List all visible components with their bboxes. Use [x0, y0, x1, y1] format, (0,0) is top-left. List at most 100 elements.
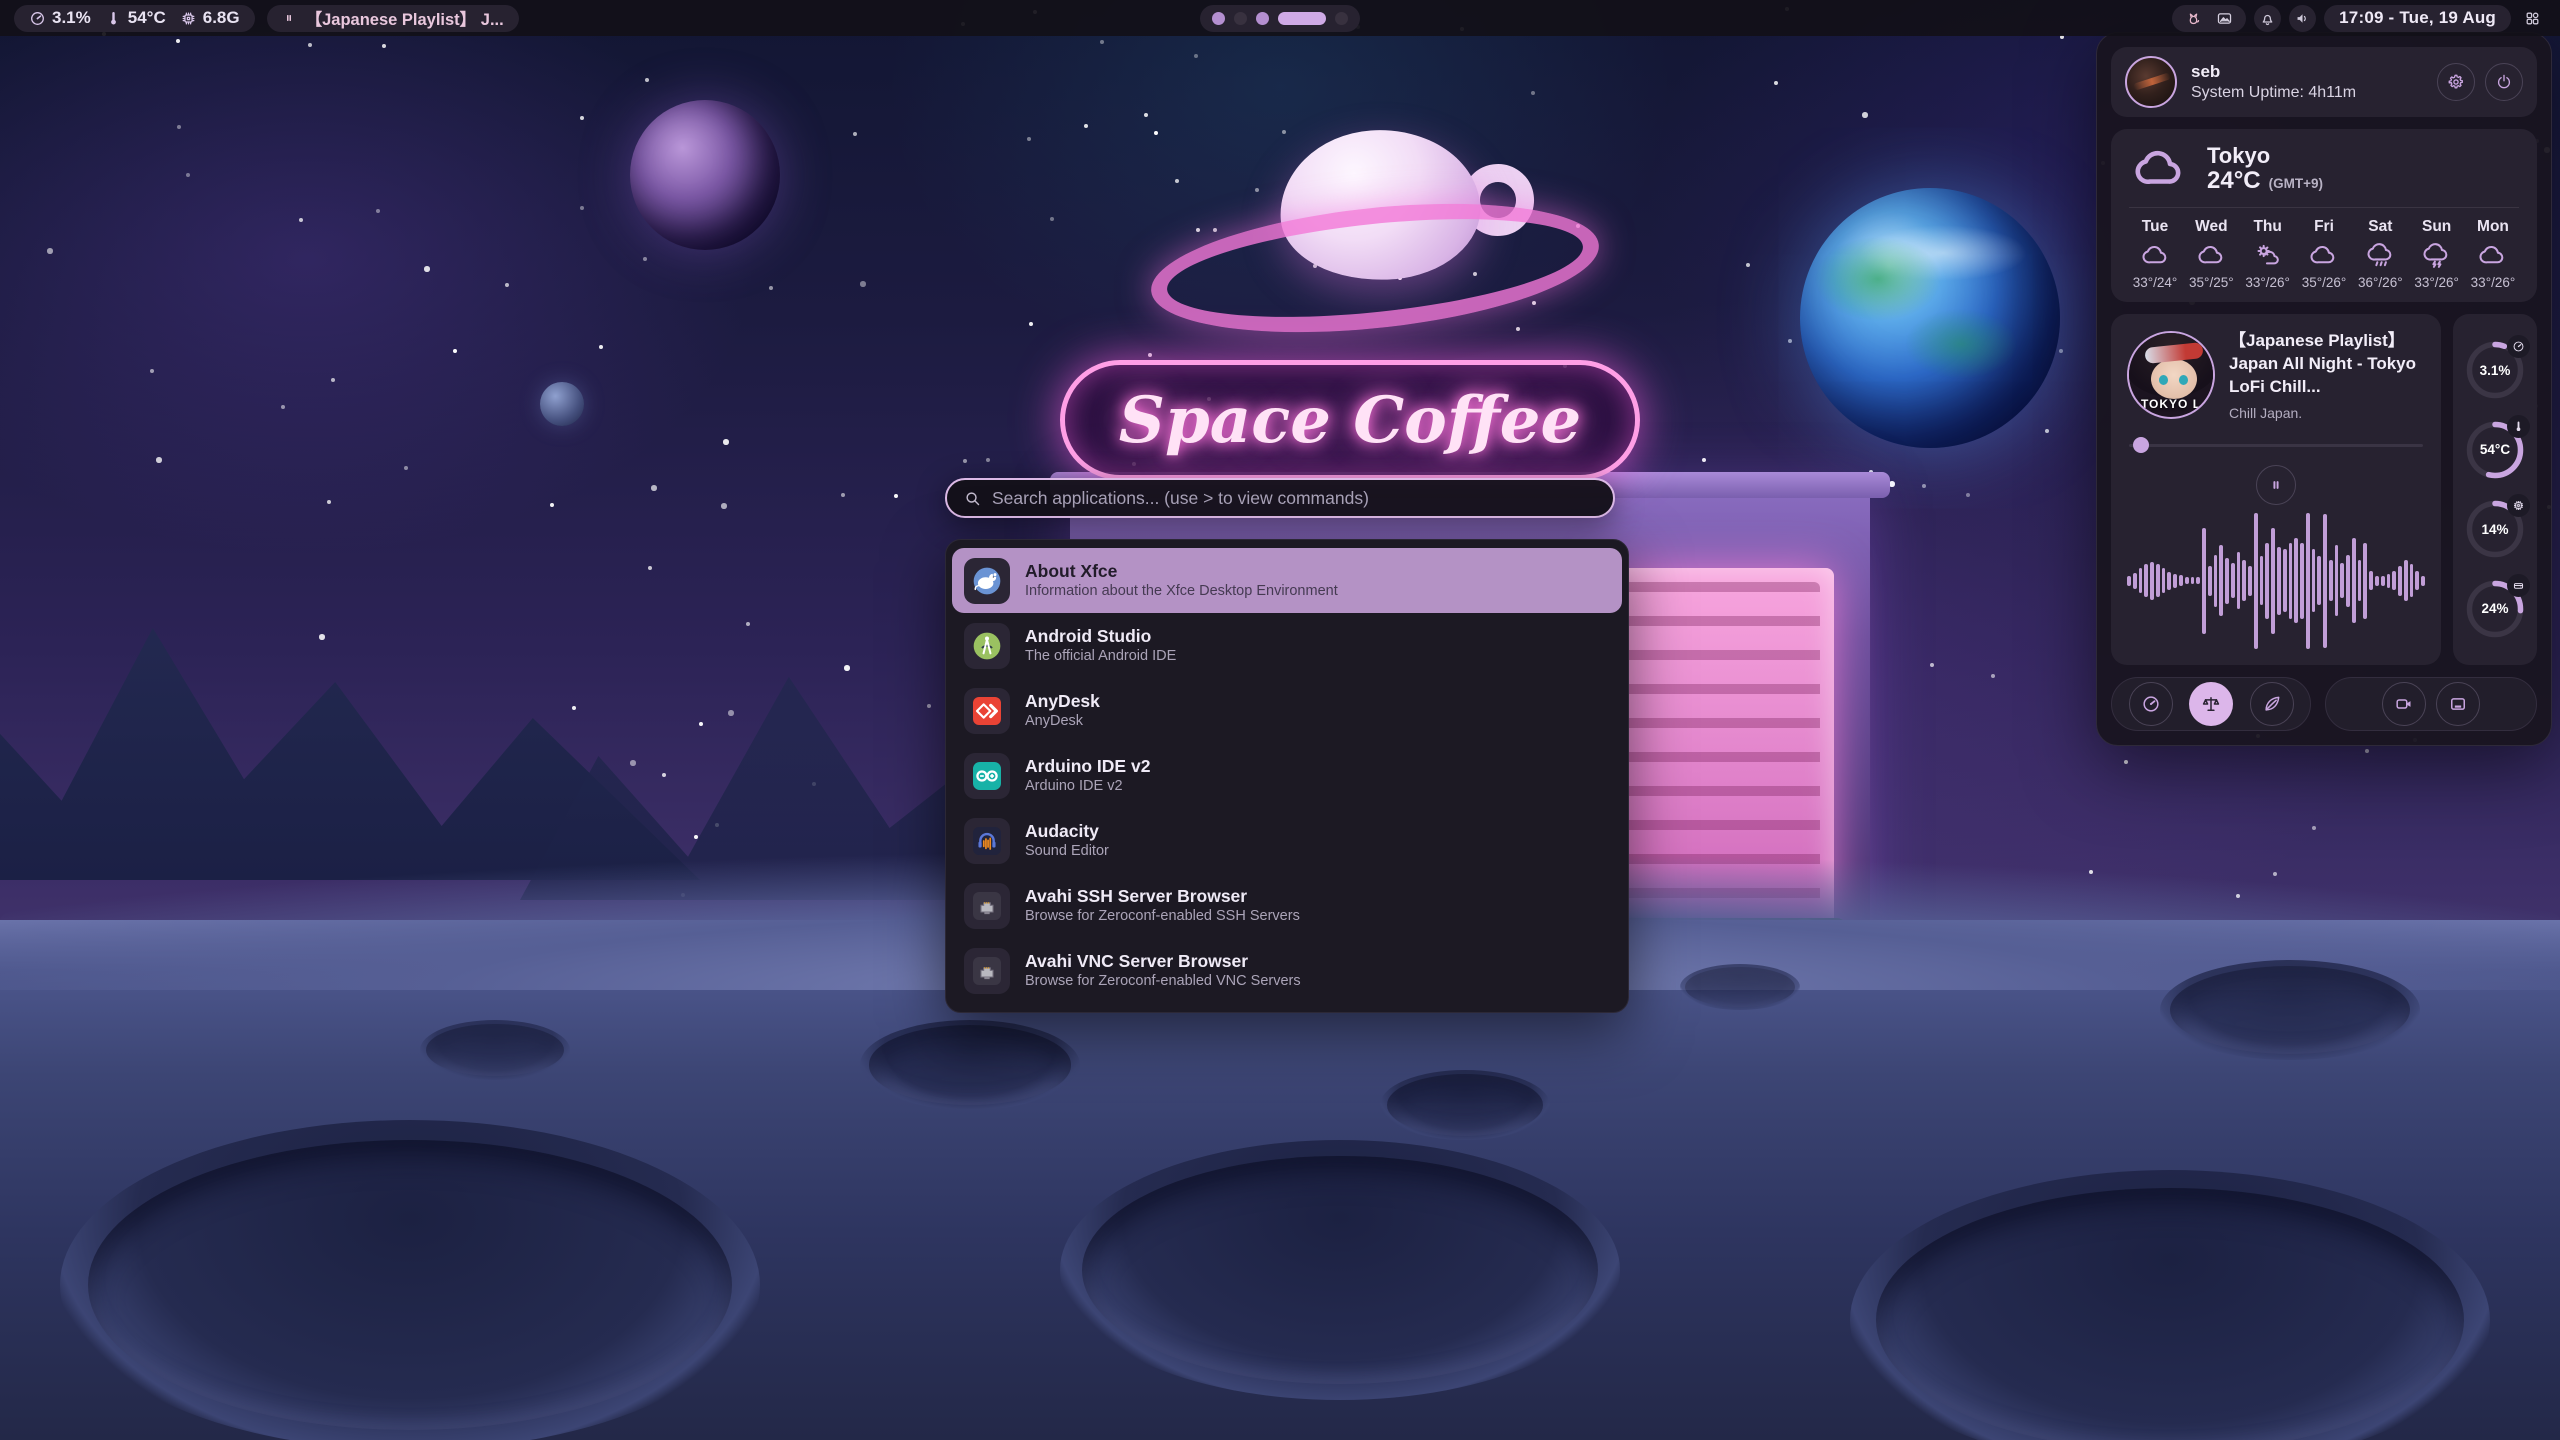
rain-weather-icon [2367, 242, 2394, 269]
seek-knob[interactable] [2133, 437, 2149, 453]
visualizer-bar [2231, 563, 2235, 598]
now-playing-pill[interactable]: 【Japanese Playlist】 J... [267, 5, 519, 32]
gauge-speedometer: 3.1% [2464, 339, 2526, 401]
screen-icon [2448, 694, 2468, 714]
visualizer-bar [2358, 560, 2362, 601]
visualizer-bar [2260, 556, 2264, 605]
app-description: Browse for Zeroconf-enabled SSH Servers [1025, 907, 1300, 925]
forecast-temps: 33°/24° [2133, 275, 2178, 290]
visualizer-bar [2415, 571, 2419, 590]
quick-actions [2111, 677, 2537, 731]
app-list-item-anydesk[interactable]: AnyDeskAnyDesk [952, 678, 1622, 743]
workspace-dot-5-empty[interactable] [1335, 12, 1348, 25]
search-input[interactable] [992, 488, 1597, 509]
forecast-day-label: Sun [2422, 218, 2451, 236]
crater [1850, 1170, 2490, 1440]
notifications-button[interactable] [2254, 5, 2281, 32]
arduino-app-icon [964, 753, 1010, 799]
speedometer-icon [2141, 694, 2161, 714]
cloud-weather-icon [2198, 242, 2225, 269]
workspace-dot-1-occupied[interactable] [1212, 12, 1225, 25]
control-panel: seb System Uptime: 4h11m Tokyo 24°C [2096, 32, 2552, 746]
system-uptime: System Uptime: 4h11m [2191, 84, 2356, 102]
cloud-icon [2129, 144, 2191, 194]
visualizer-bar [2225, 558, 2229, 604]
visualizer-bar [2421, 576, 2425, 586]
app-title: Arduino IDE v2 [1025, 756, 1150, 778]
weather-forecast: Tue33°/24°Wed35°/25°Thu33°/26°Fri35°/26°… [2129, 218, 2519, 290]
app-list-item-audacity[interactable]: AudacitySound Editor [952, 808, 1622, 873]
workspace-switcher[interactable] [1200, 5, 1360, 32]
workspace-dot-4-active[interactable] [1278, 12, 1326, 25]
visualizer-bar [2352, 538, 2356, 623]
thermometer-icon [105, 10, 122, 27]
avahi-app-icon [964, 883, 1010, 929]
audacity-app-icon [964, 818, 1010, 864]
clock[interactable]: 17:09 - Tue, 19 Aug [2324, 5, 2511, 32]
app-description: AnyDesk [1025, 712, 1100, 730]
screen-record-button[interactable] [2382, 682, 2426, 726]
play-pause-button[interactable] [2256, 465, 2296, 505]
app-list-item-about-xfce[interactable]: About XfceInformation about the Xfce Des… [952, 548, 1622, 613]
overview-button[interactable] [2519, 5, 2546, 32]
workspace-dot-3-occupied[interactable] [1256, 12, 1269, 25]
power-profile-group [2111, 677, 2311, 731]
forecast-temps: 35°/26° [2302, 275, 2347, 290]
cat-icon[interactable] [2185, 10, 2202, 27]
storm-weather-icon [2423, 242, 2450, 269]
volume-button[interactable] [2289, 5, 2316, 32]
weather-timezone: (GMT+9) [2269, 177, 2323, 192]
app-title: Avahi VNC Server Browser [1025, 951, 1301, 973]
partly-weather-icon [2254, 242, 2281, 269]
visualizer-bar [2156, 564, 2160, 597]
system-tray: 17:09 - Tue, 19 Aug [2172, 5, 2546, 32]
tray-widgets-pill [2172, 5, 2246, 32]
visualizer-bar [2185, 577, 2189, 584]
visualizer-bar [2329, 560, 2333, 601]
neon-sign-text: Space Coffee [1119, 383, 1581, 458]
forecast-day-label: Sat [2368, 218, 2392, 236]
app-title: AnyDesk [1025, 691, 1100, 713]
visualizer-bar [2306, 513, 2310, 650]
visualizer-bar [2191, 577, 2195, 584]
seek-bar[interactable] [2129, 437, 2423, 453]
speaker-icon [2294, 10, 2311, 27]
temp-stat: 54°C [105, 8, 166, 28]
visualizer-bar [2283, 549, 2287, 612]
album-art[interactable]: TOKYO L [2127, 331, 2215, 419]
crater [1380, 1070, 1550, 1140]
visualizer-bar [2208, 566, 2212, 596]
app-list-item-arduino-ide-v2[interactable]: Arduino IDE v2Arduino IDE v2 [952, 743, 1622, 808]
app-search-bar[interactable] [945, 478, 1615, 518]
app-title: Android Studio [1025, 626, 1176, 648]
visualizer-bar [2139, 568, 2143, 593]
visualizer-bar [2277, 547, 2281, 615]
power-profile-power-saver-button[interactable] [2250, 682, 2294, 726]
screenshot-button[interactable] [2436, 682, 2480, 726]
memory-stat-value: 6.8G [203, 8, 240, 28]
power-profile-balanced-button[interactable] [2189, 682, 2233, 726]
avatar[interactable] [2125, 56, 2177, 108]
app-list-item-avahi-vnc-server-browser[interactable]: Avahi VNC Server BrowserBrowse for Zeroc… [952, 938, 1622, 1003]
visualizer-bar [2162, 568, 2166, 593]
power-profile-performance-button[interactable] [2129, 682, 2173, 726]
settings-button[interactable] [2437, 63, 2475, 101]
gauge-chip: 14% [2464, 498, 2526, 560]
visualizer-bar [2173, 574, 2177, 588]
power-icon [2495, 73, 2513, 91]
visualizer-bar [2150, 562, 2154, 600]
crater [2160, 960, 2420, 1060]
wallpaper-icon[interactable] [2216, 10, 2233, 27]
now-playing-label: 【Japanese Playlist】 J... [306, 6, 504, 30]
app-list-item-android-studio[interactable]: Android StudioThe official Android IDE [952, 613, 1622, 678]
app-description: Browse for Zeroconf-enabled VNC Servers [1025, 972, 1301, 990]
workspace-dot-2-empty[interactable] [1234, 12, 1247, 25]
androidstudio-app-icon [964, 623, 1010, 669]
forecast-day-tue: Tue33°/24° [2129, 218, 2181, 290]
forecast-day-fri: Fri35°/26° [2298, 218, 2350, 290]
power-button[interactable] [2485, 63, 2523, 101]
app-list-item-avahi-ssh-server-browser[interactable]: Avahi SSH Server BrowserBrowse for Zeroc… [952, 873, 1622, 938]
system-stats-pill[interactable]: 3.1% 54°C 6.8G [14, 5, 255, 32]
visualizer-bar [2167, 572, 2171, 590]
weather-city: Tokyo [2207, 143, 2323, 168]
